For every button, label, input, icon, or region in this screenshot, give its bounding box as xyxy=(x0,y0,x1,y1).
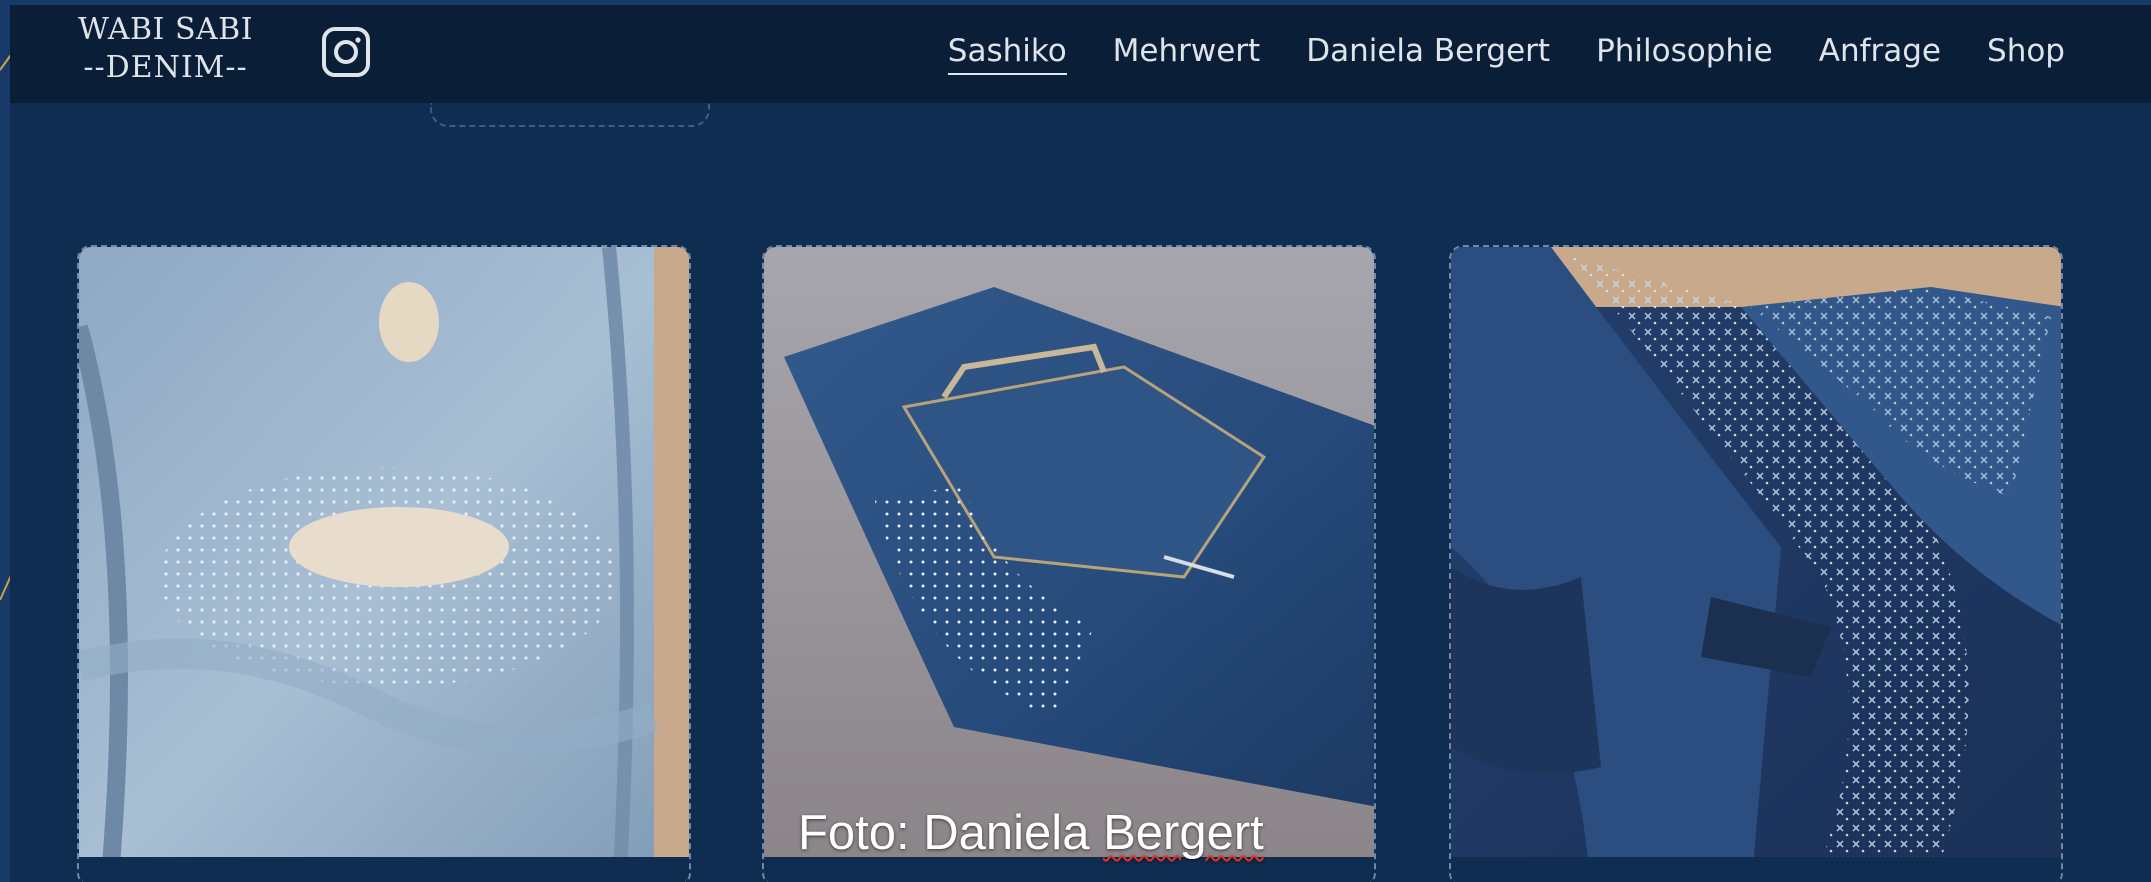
nav-item-shop[interactable]: Shop xyxy=(1987,31,2065,75)
gallery-image-2[interactable] xyxy=(762,245,1376,882)
nav-item-daniela-bergert[interactable]: Daniela Bergert xyxy=(1306,31,1550,75)
nav-item-philosophie[interactable]: Philosophie xyxy=(1596,31,1773,75)
top-navbar: WABI SABI --DENIM-- Sashiko Mehrwert Dan… xyxy=(10,5,2151,103)
nav-item-anfrage[interactable]: Anfrage xyxy=(1819,31,1941,75)
website: Foto: Daniela Bergert WABI SABI --DENIM-… xyxy=(10,5,2151,882)
brand-logo[interactable]: WABI SABI --DENIM-- xyxy=(78,11,253,87)
main-navigation: Sashiko Mehrwert Daniela Bergert Philoso… xyxy=(947,31,2065,75)
image-gallery: Foto: Daniela Bergert xyxy=(10,5,2151,882)
screenshot-frame: Foto: Daniela Bergert WABI SABI --DENIM-… xyxy=(0,0,2151,882)
instagram-icon[interactable] xyxy=(321,25,371,79)
photo-credit-prefix: Foto: Daniela xyxy=(798,806,1104,860)
gallery-image-3[interactable] xyxy=(1449,245,2063,882)
jeans-knee-sashiko-photo xyxy=(79,247,689,882)
nav-item-sashiko[interactable]: Sashiko xyxy=(947,31,1067,75)
sashiko-jacket-photo xyxy=(1451,247,2061,882)
photo-credit-name: Bergert xyxy=(1103,806,1264,860)
card-caption-strip xyxy=(1451,857,2061,882)
logo-line-2: --DENIM-- xyxy=(83,50,248,85)
photo-credit-caption: Foto: Daniela Bergert xyxy=(798,805,1264,861)
jeans-back-pocket-photo xyxy=(764,247,1374,882)
dropdown-outline xyxy=(430,103,710,127)
nav-item-mehrwert[interactable]: Mehrwert xyxy=(1113,31,1261,75)
card-caption-strip xyxy=(79,857,689,882)
logo-line-1: WABI SABI xyxy=(78,12,254,47)
gallery-image-1[interactable] xyxy=(77,245,691,882)
